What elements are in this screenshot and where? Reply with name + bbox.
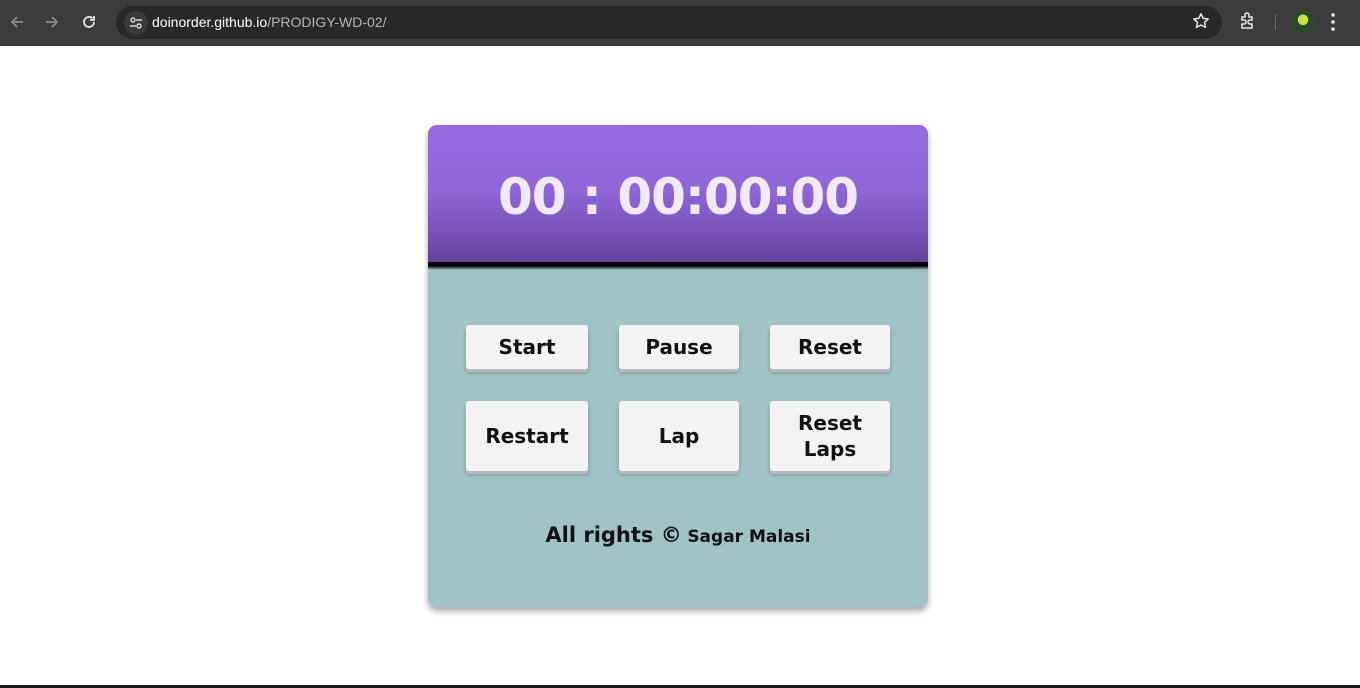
forward-arrow-icon[interactable]	[41, 11, 63, 33]
extensions-icon[interactable]	[1238, 11, 1258, 35]
stopwatch-card: 00 : 00:00:00 Start Pause Reset Restart …	[428, 125, 928, 607]
site-info-icon[interactable]	[124, 11, 148, 35]
url-text: doinorder.github.io/PRODIGY-WD-02/	[152, 14, 386, 31]
browser-toolbar: doinorder.github.io/PRODIGY-WD-02/	[0, 0, 1360, 46]
reload-icon[interactable]	[78, 11, 100, 33]
lap-button[interactable]: Lap	[619, 401, 739, 471]
start-button[interactable]: Start	[466, 325, 588, 369]
time-display: 00 : 00:00:00	[497, 168, 859, 226]
address-bar[interactable]: doinorder.github.io/PRODIGY-WD-02/	[116, 6, 1222, 39]
copyright-footer: All rights © Sagar Malasi	[428, 523, 928, 547]
reset-laps-button[interactable]: Reset Laps	[770, 401, 890, 471]
time-display-panel: 00 : 00:00:00	[428, 125, 928, 270]
restart-button[interactable]: Restart	[466, 401, 588, 471]
menu-dots-icon[interactable]	[1330, 12, 1336, 36]
bookmark-star-icon[interactable]	[1192, 12, 1210, 35]
rights-text: All rights ©	[545, 523, 682, 547]
reset-button[interactable]: Reset	[770, 325, 890, 369]
back-arrow-icon[interactable]	[6, 11, 28, 33]
pause-button[interactable]: Pause	[619, 325, 739, 369]
url-path: /PRODIGY-WD-02/	[267, 14, 387, 30]
toolbar-divider	[1275, 14, 1276, 30]
url-host: doinorder.github.io	[152, 14, 268, 30]
author-name: Sagar Malasi	[687, 527, 811, 547]
profile-avatar[interactable]	[1292, 11, 1314, 33]
